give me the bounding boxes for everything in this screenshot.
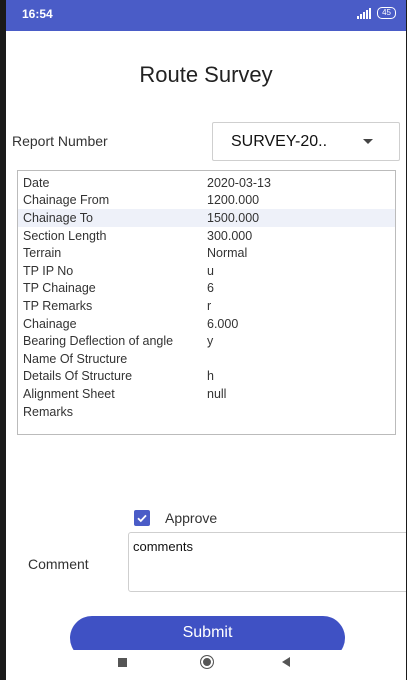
detail-row: Date 2020-03-13	[18, 174, 395, 192]
detail-key: Chainage To	[23, 210, 93, 225]
detail-row: TP IP No u	[18, 262, 395, 280]
system-nav-bar	[6, 650, 406, 680]
detail-key: Date	[23, 175, 50, 190]
detail-value: u	[207, 263, 214, 278]
detail-value: 1500.000	[207, 210, 260, 225]
detail-key: Chainage	[23, 316, 77, 331]
detail-row: Chainage 6.000	[18, 315, 395, 333]
back-icon[interactable]	[282, 657, 290, 667]
detail-key: Bearing Deflection of angle	[23, 334, 174, 349]
detail-value: null	[207, 386, 227, 401]
detail-key: TP IP No	[23, 263, 74, 278]
survey-details-panel: Date 2020-03-13 Chainage From 1200.000 Cha…	[17, 170, 396, 435]
detail-row: Details Of Structure h	[18, 368, 395, 386]
dropdown-caret-icon	[363, 139, 373, 144]
detail-row: Section Length 300.000	[18, 227, 395, 245]
home-icon[interactable]	[200, 655, 214, 669]
detail-row: Remarks	[18, 403, 395, 421]
detail-row: Terrain Normal	[18, 244, 395, 262]
approve-checkbox[interactable]	[134, 510, 150, 526]
status-bar: 16:54 45	[6, 0, 406, 31]
comment-input[interactable]: comments	[128, 532, 406, 592]
detail-value: 6	[207, 281, 214, 296]
detail-key: Terrain	[23, 246, 62, 261]
detail-value: 6.000	[207, 316, 239, 331]
approve-row: Approve	[134, 510, 217, 526]
recent-apps-icon[interactable]	[118, 658, 127, 667]
detail-value: h	[207, 369, 214, 384]
report-number-value: SURVEY-20..	[231, 132, 328, 150]
detail-row: Chainage To 1500.000	[18, 209, 395, 227]
approve-label: Approve	[165, 510, 218, 526]
detail-key: Name Of Structure	[23, 351, 128, 366]
detail-key: Section Length	[23, 228, 107, 243]
detail-row: Chainage From 1200.000	[18, 192, 395, 210]
detail-value: 300.000	[207, 228, 253, 243]
detail-value: 2020-03-13	[207, 175, 271, 190]
detail-row: Name Of Structure	[18, 350, 395, 368]
detail-value: r	[207, 298, 212, 313]
battery-icon: 45	[377, 7, 396, 19]
detail-value: 1200.000	[207, 193, 260, 208]
report-number-dropdown[interactable]: SURVEY-20..	[212, 122, 400, 161]
detail-key: Remarks	[23, 404, 74, 419]
detail-key: Details Of Structure	[23, 369, 133, 384]
detail-row: TP Remarks r	[18, 297, 395, 315]
detail-key: Alignment Sheet	[23, 386, 115, 401]
comment-label: Comment	[28, 556, 89, 572]
report-number-label: Report Number	[12, 133, 108, 149]
detail-value: Normal	[207, 246, 248, 261]
page-title: Route Survey	[139, 62, 273, 87]
detail-key: TP Chainage	[23, 281, 96, 296]
signal-icon	[357, 7, 372, 19]
detail-key: Chainage From	[23, 193, 110, 208]
detail-value: y	[207, 334, 214, 349]
device-screen: 16:54 45 Route Survey Report Number SURV…	[6, 0, 406, 680]
status-icons: 45	[357, 7, 396, 19]
detail-row: Alignment Sheet null	[18, 385, 395, 403]
detail-row: Bearing Deflection of angle y	[18, 332, 395, 350]
check-icon	[137, 514, 147, 523]
detail-key: TP Remarks	[23, 298, 93, 313]
status-time: 16:54	[22, 7, 53, 21]
detail-row: TP Chainage 6	[18, 280, 395, 298]
